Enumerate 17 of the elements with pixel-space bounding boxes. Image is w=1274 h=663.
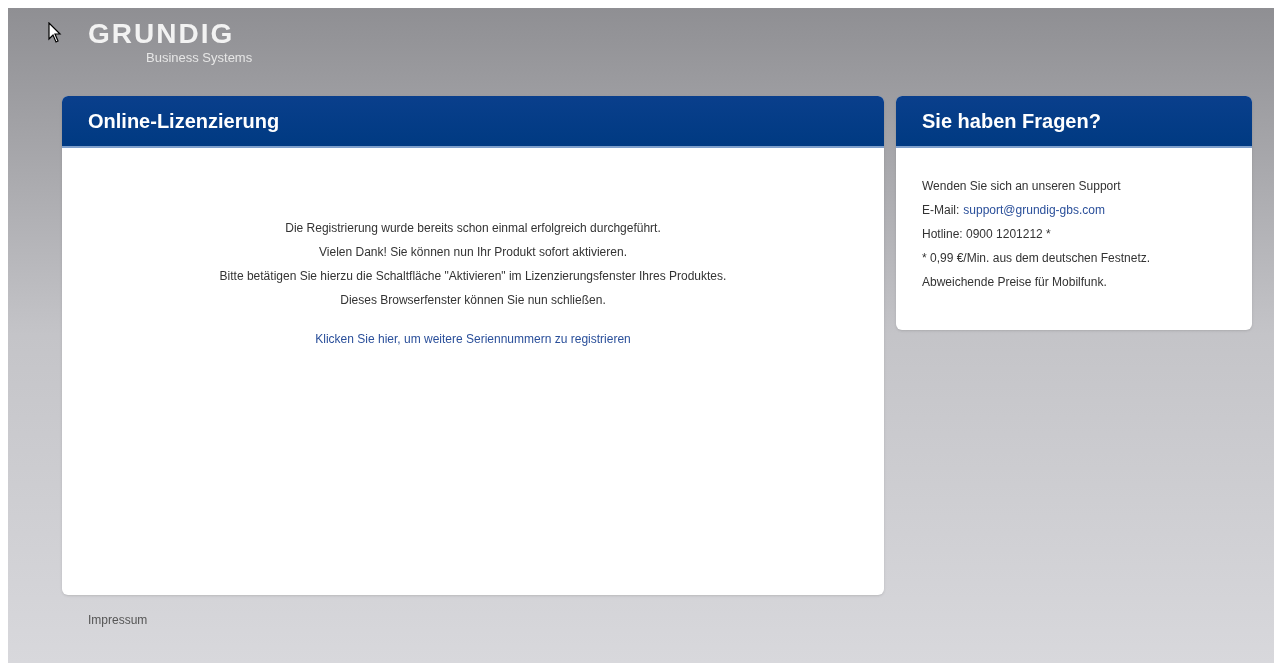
imprint-link[interactable]: Impressum	[88, 611, 1274, 629]
message-line: Bitte betätigen Sie hierzu die Schaltfläche "Aktivieren" im Lizenzierungsfenster Ihres Produktes.	[219, 268, 727, 285]
message-line: Die Registrierung wurde bereits schon einmal erfolgreich durchgeführt.	[285, 220, 661, 237]
email-label: E-Mail:	[922, 202, 960, 219]
message-line: Dieses Browserfenster können Sie nun schließen.	[340, 292, 606, 309]
hotline-text: Hotline: 0900 1201212 *	[922, 226, 1052, 243]
price-note: * 0,99 €/Min. aus dem deutschen Festnetz.	[922, 250, 1152, 267]
register-more-link[interactable]: Klicken Sie hier, um weitere Seriennummern zu registrieren	[315, 330, 631, 348]
email-link[interactable]: support@grundig-gbs.com	[963, 198, 1105, 222]
price-note: Abweichende Preise für Mobilfunk.	[922, 274, 1108, 291]
cursor-icon	[48, 22, 62, 44]
brand-wordmark: GRUNDIG	[88, 20, 236, 48]
message-line: Vielen Dank! Sie können nun Ihr Produkt sofort aktivieren.	[319, 244, 627, 261]
brand-tagline: Business Systems	[146, 49, 254, 67]
panel-title: Online-Lizenzierung	[88, 109, 280, 134]
panel-title: Sie haben Fragen?	[922, 109, 1101, 134]
support-intro: Wenden Sie sich an unseren Support	[922, 178, 1122, 195]
